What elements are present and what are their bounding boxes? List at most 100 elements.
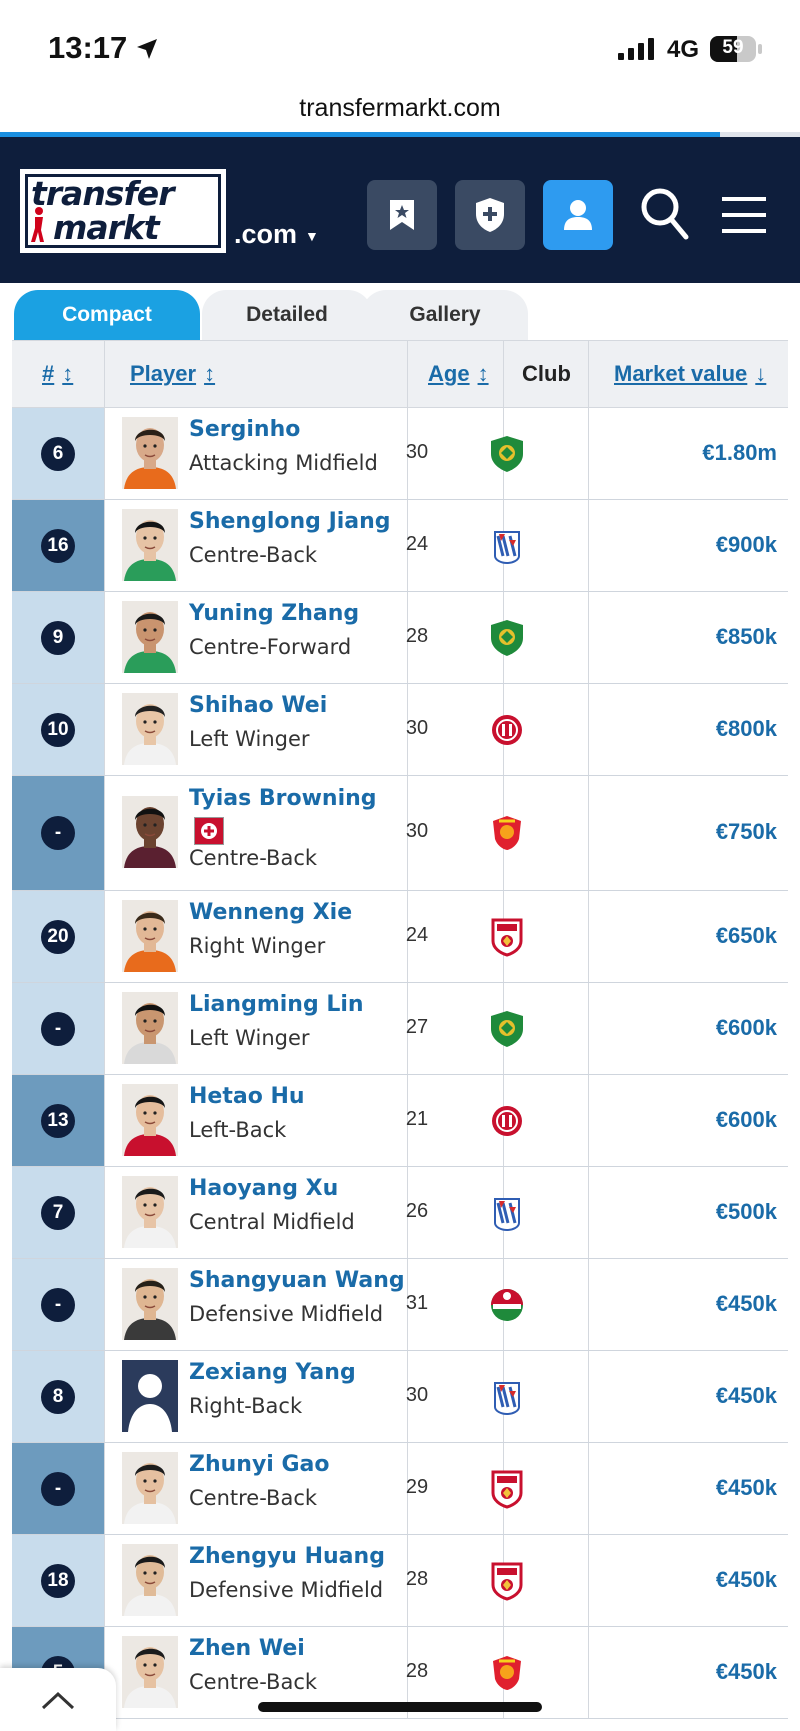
player-name-link[interactable]: Serginho <box>189 417 300 442</box>
player-name-link[interactable]: Zhengyu Huang <box>189 1544 385 1569</box>
club-crest-icon[interactable] <box>466 618 548 658</box>
search-icon <box>641 188 689 240</box>
player-photo[interactable] <box>122 693 178 765</box>
watchlist-button[interactable] <box>367 180 437 250</box>
shirt-number: - <box>41 1011 75 1046</box>
table-row[interactable]: 6 Serginho Attacking Midfield 30 €1.80m <box>12 408 788 500</box>
table-row[interactable]: 7 Haoyang Xu Central Midfield 26 €500k <box>12 1167 788 1259</box>
market-value-link[interactable]: €750k <box>540 819 777 845</box>
table-row[interactable]: - Zhunyi Gao Centre-Back 29 €450k <box>12 1443 788 1535</box>
shirt-number-cell: - <box>12 776 104 890</box>
url-bar[interactable]: transfermarkt.com <box>0 90 800 132</box>
club-crest-icon[interactable] <box>466 526 548 566</box>
market-value-link[interactable]: €450k <box>540 1567 777 1593</box>
site-header: transfer markt .com ▼ <box>0 137 800 283</box>
location-arrow-icon <box>137 39 157 59</box>
market-value-link[interactable]: €500k <box>540 1199 777 1225</box>
club-crest-icon[interactable] <box>466 1469 548 1509</box>
menu-button[interactable] <box>722 195 766 235</box>
account-button[interactable] <box>543 180 613 250</box>
col-market-value-header[interactable]: Market value ↓ <box>614 341 766 407</box>
table-row[interactable]: - Liangming Lin Left Winger 27 €600k <box>12 983 788 1075</box>
player-photo[interactable] <box>122 1360 178 1432</box>
player-name-link[interactable]: Haoyang Xu <box>189 1176 338 1201</box>
sort-both-icon: ↕ <box>204 361 216 386</box>
player-photo[interactable] <box>122 601 178 673</box>
transfermarkt-logo[interactable]: transfer markt <box>20 169 226 253</box>
club-crest-icon[interactable] <box>466 1377 548 1417</box>
player-photo[interactable] <box>122 900 178 972</box>
club-crest-icon[interactable] <box>466 1193 548 1233</box>
search-button[interactable] <box>640 187 690 241</box>
player-name-link[interactable]: Wenneng Xie <box>189 900 352 925</box>
market-value-link[interactable]: €850k <box>540 624 777 650</box>
tab-gallery[interactable]: Gallery <box>362 290 528 340</box>
scroll-to-top-button[interactable] <box>0 1668 116 1731</box>
market-value-link[interactable]: €1.80m <box>540 440 777 466</box>
shirt-number-cell: 18 <box>12 1535 104 1626</box>
market-value-link[interactable]: €650k <box>540 923 777 949</box>
domain-selector[interactable]: .com ▼ <box>234 219 319 250</box>
market-value-link[interactable]: €450k <box>540 1659 777 1685</box>
club-crest-icon[interactable] <box>466 1101 548 1141</box>
tab-detailed[interactable]: Detailed <box>202 290 372 340</box>
player-name-link[interactable]: Tyias Browning <box>189 786 377 811</box>
table-row[interactable]: - Tyias Browning Centre-Back 30 €750k <box>12 776 788 891</box>
market-value-link[interactable]: €800k <box>540 716 777 742</box>
table-row[interactable]: 18 Zhengyu Huang Defensive Midfield 28 €450k <box>12 1535 788 1627</box>
shirt-number: 9 <box>41 620 75 655</box>
market-value-link[interactable]: €450k <box>540 1475 777 1501</box>
player-name-link[interactable]: Zhen Wei <box>189 1636 305 1661</box>
home-indicator <box>258 1702 542 1712</box>
market-value-link[interactable]: €900k <box>540 532 777 558</box>
player-photo[interactable] <box>122 1268 178 1340</box>
market-value-link[interactable]: €450k <box>540 1383 777 1409</box>
club-crest-icon[interactable] <box>466 917 548 957</box>
table-row[interactable]: 8 Zexiang Yang Right-Back 30 €450k <box>12 1351 788 1443</box>
bookmark-star-icon <box>390 200 414 230</box>
table-row[interactable]: - Shangyuan Wang Defensive Midfield 31 €450k <box>12 1259 788 1351</box>
player-name-link[interactable]: Liangming Lin <box>189 992 364 1017</box>
player-photo[interactable] <box>122 1544 178 1616</box>
player-name-link[interactable]: Yuning Zhang <box>189 601 359 626</box>
player-name-link[interactable]: Zexiang Yang <box>189 1360 356 1385</box>
player-photo[interactable] <box>122 1452 178 1524</box>
player-photo[interactable] <box>122 509 178 581</box>
table-row[interactable]: 9 Yuning Zhang Centre-Forward 28 €850k <box>12 592 788 684</box>
club-crest-icon[interactable] <box>466 1653 548 1693</box>
club-crest-icon[interactable] <box>466 1009 548 1049</box>
table-row[interactable]: 16 Shenglong Jiang Centre-Back 24 €900k <box>12 500 788 592</box>
col-age-header[interactable]: Age ↕ <box>428 341 489 407</box>
club-crest-icon[interactable] <box>466 434 548 474</box>
col-number-header[interactable]: # ↕ <box>42 341 73 407</box>
battery-level: 59 <box>722 37 744 58</box>
col-player-header[interactable]: Player ↕ <box>130 341 215 407</box>
club-crest-icon[interactable] <box>466 1285 548 1325</box>
club-button[interactable] <box>455 180 525 250</box>
player-name-link[interactable]: Shenglong Jiang <box>189 509 391 534</box>
player-name-link[interactable]: Shangyuan Wang <box>189 1268 405 1293</box>
url-text: transfermarkt.com <box>299 94 501 122</box>
club-crest-icon[interactable] <box>466 813 548 853</box>
market-value-link[interactable]: €450k <box>540 1291 777 1317</box>
tab-compact[interactable]: Compact <box>14 290 200 340</box>
table-row[interactable]: 10 Shihao Wei Left Winger 30 €800k <box>12 684 788 776</box>
player-photo[interactable] <box>122 992 178 1064</box>
player-photo[interactable] <box>122 417 178 489</box>
club-crest-icon[interactable] <box>466 1561 548 1601</box>
player-photo[interactable] <box>122 1636 178 1708</box>
market-value-link[interactable]: €600k <box>540 1107 777 1133</box>
player-name-link[interactable]: Shihao Wei <box>189 693 327 718</box>
player-photo[interactable] <box>122 796 178 868</box>
player-photo[interactable] <box>122 1176 178 1248</box>
player-name-link[interactable]: Zhunyi Gao <box>189 1452 330 1477</box>
club-crest-icon[interactable] <box>466 710 548 750</box>
shirt-number: 6 <box>41 436 75 471</box>
domain-label: .com <box>234 219 298 249</box>
player-name-link[interactable]: Hetao Hu <box>189 1084 305 1109</box>
player-photo[interactable] <box>122 1084 178 1156</box>
market-value-link[interactable]: €600k <box>540 1015 777 1041</box>
shirt-number: - <box>41 816 75 850</box>
table-row[interactable]: 13 Hetao Hu Left-Back 21 €600k <box>12 1075 788 1167</box>
table-row[interactable]: 20 Wenneng Xie Right Winger 24 €650k <box>12 891 788 983</box>
